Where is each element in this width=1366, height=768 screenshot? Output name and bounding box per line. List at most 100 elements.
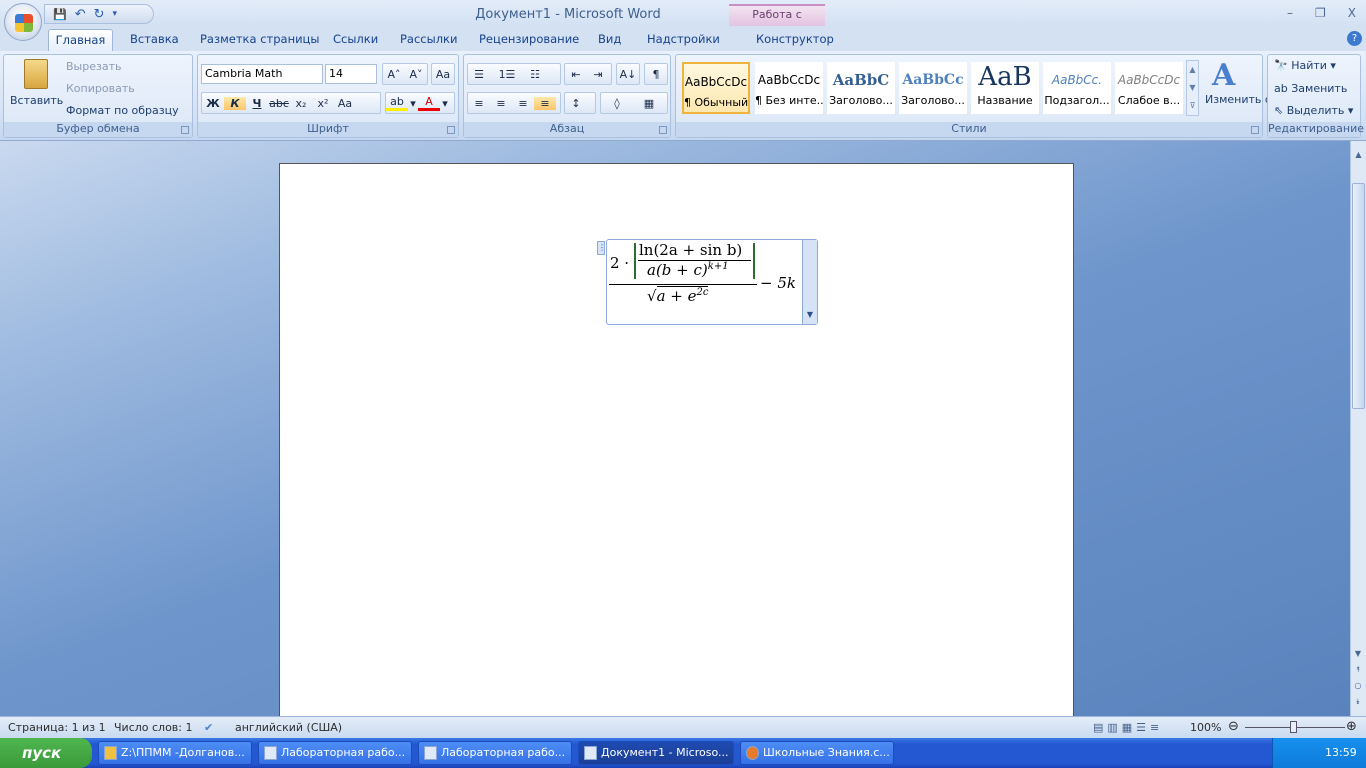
office-logo-icon: [15, 14, 33, 32]
context-tab-group: Работа с формулами: [729, 4, 825, 39]
underline-button[interactable]: Ч: [246, 97, 268, 110]
highlight-button[interactable]: ab: [386, 95, 408, 111]
tab-review[interactable]: Рецензирование: [479, 32, 579, 46]
view-buttons[interactable]: ▤▥▦☰≡: [1093, 721, 1163, 734]
fraction-bar: [609, 284, 757, 285]
taskbar-item[interactable]: Лабораторная рабо...: [418, 741, 572, 765]
tab-mailings[interactable]: Рассылки: [400, 32, 457, 46]
decrease-indent-button[interactable]: ⇤: [565, 68, 587, 81]
close-button[interactable]: X: [1348, 6, 1356, 20]
sort-button[interactable]: A↓: [617, 68, 639, 81]
start-button[interactable]: пуск: [0, 738, 92, 768]
style-normal[interactable]: AaBbCcDc ¶ Обычный: [682, 62, 750, 114]
multilevel-list-button[interactable]: ☷: [524, 68, 546, 81]
format-painter-button[interactable]: Формат по образцу: [66, 104, 179, 117]
tab-design[interactable]: Конструктор: [756, 32, 834, 46]
zoom-out-button[interactable]: ⊖: [1228, 719, 1239, 734]
italic-button[interactable]: К: [224, 96, 246, 110]
zoom-level[interactable]: 100%: [1190, 721, 1221, 734]
line-spacing-button[interactable]: ↕: [565, 97, 587, 110]
change-case-button[interactable]: Aa: [334, 97, 356, 110]
borders-button[interactable]: ▦: [633, 97, 665, 110]
taskbar-item[interactable]: Z:\ППММ -Долганов...: [98, 741, 252, 765]
editing-group: 🔭 Найти ▾ ab Заменить ⇖ Выделить ▾ Редак…: [1267, 54, 1364, 138]
tab-home[interactable]: Главная: [48, 29, 113, 52]
tab-insert[interactable]: Вставка: [130, 32, 179, 46]
equation-options-dropdown[interactable]: ▼: [802, 240, 817, 324]
editing-group-label: Редактирование: [1268, 122, 1364, 137]
style-title[interactable]: AaB Название: [971, 62, 1039, 114]
tab-references[interactable]: Ссылки: [333, 32, 378, 46]
tab-page-layout[interactable]: Разметка страницы: [200, 32, 319, 46]
align-right-button[interactable]: ≡: [512, 97, 534, 110]
bold-button[interactable]: Ж: [202, 97, 224, 110]
equation-box[interactable]: ▼ 2 · ln(2a + sin b) a(b + c)k+1 √a + e2…: [606, 239, 818, 325]
taskbar-item-active[interactable]: Документ1 - Microso...: [578, 741, 734, 765]
numbering-button[interactable]: 1☰: [490, 68, 524, 81]
paragraph-group-label: Абзац: [464, 122, 670, 137]
zoom-in-button[interactable]: ⊕: [1346, 719, 1357, 734]
restore-button[interactable]: ❐: [1315, 6, 1326, 20]
window-title: Документ1 - Microsoft Word: [475, 7, 661, 22]
equation-handle-icon[interactable]: ⋮: [597, 241, 606, 255]
dialog-launcher-icon[interactable]: [447, 126, 455, 134]
clear-format-button[interactable]: Aa: [432, 68, 454, 81]
superscript-button[interactable]: x²: [312, 97, 334, 110]
abs-bar-left: [634, 243, 636, 279]
cut-button[interactable]: Вырезать: [66, 60, 121, 73]
help-icon[interactable]: ?: [1347, 31, 1362, 46]
font-name-select[interactable]: Cambria Math: [201, 64, 323, 84]
zoom-slider-thumb[interactable]: [1290, 721, 1297, 733]
page-count[interactable]: Страница: 1 из 1: [8, 721, 106, 734]
font-group: Cambria Math 14 A˄ A˅ Aa Ж К Ч abc x₂ x² …: [197, 54, 459, 138]
shading-button[interactable]: ◊: [601, 97, 633, 110]
grow-font-button[interactable]: A˄: [383, 68, 405, 81]
select-button[interactable]: ⇖ Выделить ▾: [1274, 104, 1353, 117]
clipboard-group: Вставить Вырезать Копировать Формат по о…: [3, 54, 193, 138]
tab-view[interactable]: Вид: [598, 32, 621, 46]
taskbar-item[interactable]: Школьные Знания.c...: [740, 741, 894, 765]
office-button[interactable]: [4, 3, 42, 41]
system-tray: 13:59: [1272, 738, 1366, 768]
dialog-launcher-icon[interactable]: [181, 126, 189, 134]
eq-tail: − 5k: [760, 274, 796, 292]
replace-button[interactable]: ab Заменить: [1274, 82, 1347, 95]
shrink-font-button[interactable]: A˅: [405, 68, 427, 81]
styles-gallery-scroll[interactable]: ▲ ▼ ⊽: [1186, 60, 1199, 116]
paste-button[interactable]: Вставить: [10, 94, 63, 107]
strikethrough-button[interactable]: abc: [268, 97, 290, 110]
eq-numerator-top: ln(2a + sin b): [639, 241, 743, 259]
taskbar-item[interactable]: Лабораторная рабо...: [258, 741, 412, 765]
align-left-button[interactable]: ≡: [468, 97, 490, 110]
eq-coefficient: 2 ·: [610, 254, 630, 272]
eq-denominator: √a + e2c: [647, 286, 709, 305]
vertical-scrollbar[interactable]: ▲ ▼ ⯭ ○ ⯯: [1350, 141, 1366, 716]
scroll-thumb[interactable]: [1352, 183, 1365, 409]
font-group-label: Шрифт: [198, 122, 458, 137]
font-color-button[interactable]: A: [418, 95, 440, 111]
paste-icon: [24, 59, 48, 89]
show-marks-button[interactable]: ¶: [645, 68, 667, 81]
align-center-button[interactable]: ≡: [490, 97, 512, 110]
copy-button[interactable]: Копировать: [66, 82, 135, 95]
tab-addins[interactable]: Надстройки: [647, 32, 720, 46]
justify-button[interactable]: ≡: [534, 96, 556, 110]
clock: 13:59: [1325, 746, 1357, 759]
proofing-icon[interactable]: ✔: [204, 721, 213, 734]
dialog-launcher-icon[interactable]: [1251, 126, 1259, 134]
find-button[interactable]: 🔭 Найти ▾: [1274, 59, 1336, 72]
increase-indent-button[interactable]: ⇥: [587, 68, 609, 81]
minimize-button[interactable]: –: [1287, 6, 1293, 20]
subscript-button[interactable]: x₂: [290, 97, 312, 110]
font-size-select[interactable]: 14: [325, 64, 377, 84]
word-count[interactable]: Число слов: 1: [114, 721, 193, 734]
styles-group-label: Стили: [676, 122, 1262, 137]
style-subtle-emphasis[interactable]: AaBbCcDc Слабое в...: [1115, 62, 1183, 114]
style-heading-1[interactable]: AaBbC Заголово...: [827, 62, 895, 114]
style-heading-2[interactable]: AaBbCc Заголово...: [899, 62, 967, 114]
dialog-launcher-icon[interactable]: [659, 126, 667, 134]
style-no-spacing[interactable]: AaBbCcDc ¶ Без инте...: [755, 62, 823, 114]
bullets-button[interactable]: ☰: [468, 68, 490, 81]
language[interactable]: английский (США): [235, 721, 342, 734]
style-subtitle[interactable]: AaBbCc. Подзагол...: [1043, 62, 1111, 114]
